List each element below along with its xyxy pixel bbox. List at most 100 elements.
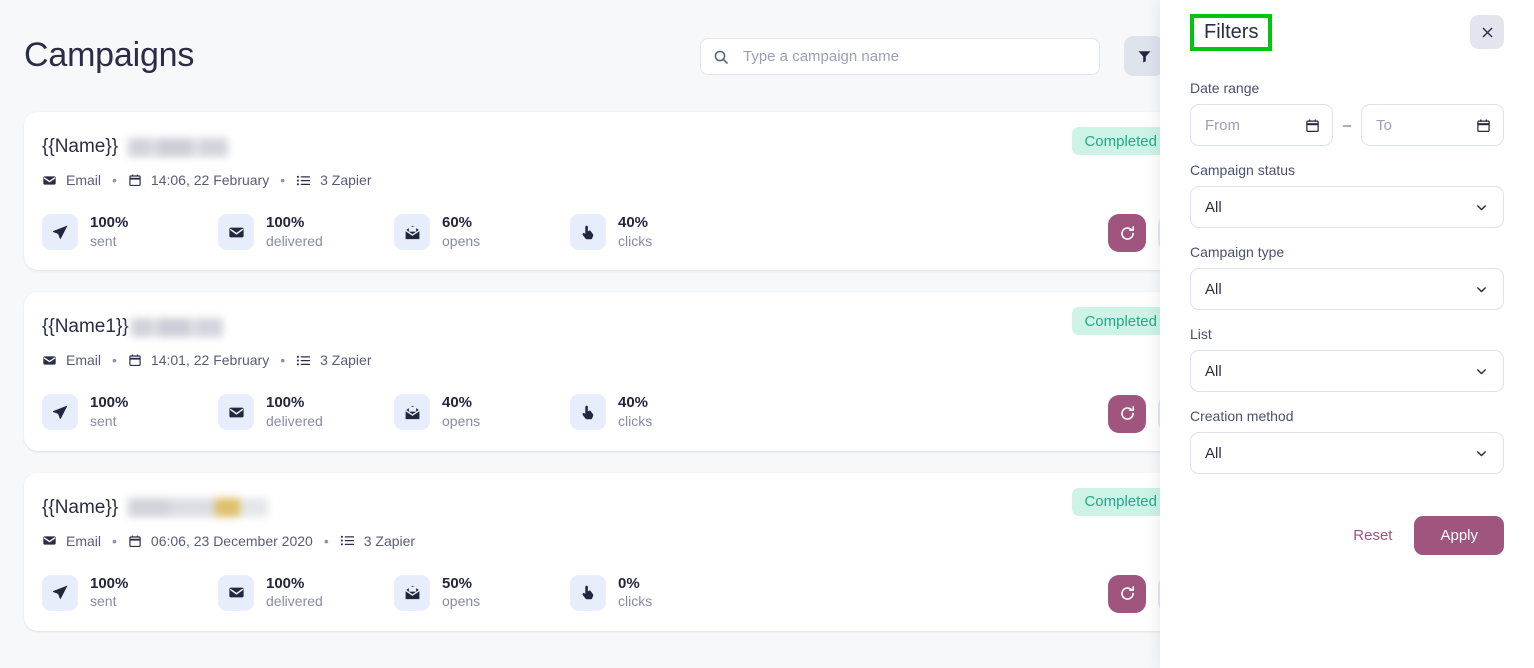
send-icon	[42, 394, 78, 431]
calendar-icon	[128, 173, 142, 187]
metric-label: delivered	[266, 413, 323, 429]
envelope-icon	[218, 214, 254, 251]
refresh-icon	[1119, 225, 1136, 242]
metric-clicks: 40% clicks	[570, 214, 746, 251]
campaign-channel: Email	[66, 172, 102, 188]
apply-filters-button[interactable]: Apply	[1414, 516, 1504, 555]
metric-label: opens	[442, 593, 481, 610]
campaign-channel: Email	[66, 352, 102, 369]
metric-label: sent	[90, 232, 117, 249]
campaign-name: {{Name1}}	[42, 316, 129, 338]
metric-opens: 60% opens	[394, 214, 570, 251]
calendar-icon	[128, 353, 142, 367]
date-from-placeholder: From	[1205, 116, 1240, 134]
campaign-metrics: 100% sent 100% delivered 40% opens 40% clicks	[42, 394, 1160, 431]
send-icon	[42, 574, 78, 611]
redacted-name-text	[128, 498, 269, 517]
metric-value: 100%	[266, 574, 305, 592]
campaign-meta: Email • 14:06, 22 February • 3 Zapier	[42, 172, 1160, 188]
filter-select-value: All	[1205, 362, 1222, 380]
meta-separator: •	[323, 532, 329, 549]
campaign-channel: Email	[66, 532, 102, 549]
search-field[interactable]	[700, 38, 1100, 75]
top-bar: Campaigns	[0, 0, 1160, 112]
metric-value: 0%	[618, 574, 640, 592]
metric-clicks: 0% clicks	[570, 575, 746, 611]
campaign-card[interactable]: {{Name}} Email • 06:06, 23 December 2020 • 3 …	[24, 472, 1160, 631]
campaign-title: {{Name}}	[42, 495, 1160, 521]
campaign-card-actions	[1108, 214, 1160, 253]
campaign-metrics: 100% sent 100% delivered 60% opens 40% clicks	[42, 214, 1160, 251]
calendar-icon[interactable]	[1476, 118, 1491, 133]
meta-separator: •	[112, 172, 117, 188]
filter-label: Campaign type	[1190, 244, 1285, 260]
main-content: Campaigns {{Name}} Email • 14:06, 22 Februa…	[0, 0, 1160, 668]
list-icon	[340, 533, 355, 548]
campaign-title: {{Name1}}	[42, 314, 1160, 340]
campaign-list-name: 3 Zapier	[363, 532, 416, 549]
metric-sent: 100% sent	[42, 214, 218, 251]
meta-separator: •	[112, 532, 117, 549]
metric-opens: 50% opens	[394, 575, 570, 611]
date-range-separator: –	[1342, 116, 1352, 134]
filter-select[interactable]: All	[1190, 350, 1504, 392]
redacted-name-text	[128, 137, 229, 157]
filter-select-value: All	[1205, 198, 1222, 216]
filter-select[interactable]: All	[1190, 432, 1504, 474]
campaign-list-name: 3 Zapier	[320, 352, 372, 369]
open-envelope-icon	[394, 214, 430, 251]
filter-select-value: All	[1205, 280, 1222, 298]
campaign-title: {{Name}}	[42, 134, 1160, 160]
meta-separator: •	[112, 352, 117, 369]
filters-panel-title: Filters	[1190, 13, 1273, 51]
meta-separator: •	[280, 172, 286, 188]
filters-panel: Filters Date range From – To Campaign st…	[1160, 0, 1534, 668]
status-label: Completed	[1084, 493, 1157, 510]
envelope-icon	[218, 394, 254, 431]
filter-toggle-button[interactable]	[1124, 36, 1160, 76]
send-icon	[42, 214, 78, 251]
date-from-input[interactable]: From	[1190, 104, 1333, 146]
campaign-card-actions	[1108, 394, 1160, 433]
date-to-input[interactable]: To	[1361, 104, 1504, 146]
metric-value: 40%	[442, 394, 473, 412]
filter-field: Creation method All	[1190, 408, 1504, 474]
campaign-card[interactable]: {{Name1}} Email • 14:01, 22 February • 3 Zapi…	[24, 292, 1160, 451]
search-input[interactable]	[743, 48, 1087, 65]
filter-select[interactable]: All	[1190, 268, 1504, 310]
metric-value: 40%	[618, 394, 649, 412]
metric-label: delivered	[266, 593, 323, 610]
refresh-campaign-button[interactable]	[1108, 574, 1146, 613]
metric-value: 40%	[618, 214, 649, 231]
filter-select-fields: Campaign status All Campaign type All List Al…	[1190, 162, 1504, 474]
chevron-down-icon	[1474, 200, 1489, 215]
calendar-icon[interactable]	[1305, 118, 1320, 133]
filter-select[interactable]: All	[1190, 186, 1504, 228]
date-to-placeholder: To	[1376, 116, 1393, 134]
metric-label: opens	[442, 232, 481, 249]
close-filters-button[interactable]	[1470, 15, 1504, 49]
campaign-meta: Email • 14:01, 22 February • 3 Zapier	[42, 352, 1160, 368]
metric-value: 100%	[90, 214, 129, 231]
metric-delivered: 100% delivered	[218, 394, 394, 431]
date-range-row: From – To	[1190, 104, 1504, 146]
refresh-campaign-button[interactable]	[1108, 214, 1146, 253]
refresh-campaign-button[interactable]	[1108, 394, 1146, 433]
campaign-metrics: 100% sent 100% delivered 50% opens 0% clicks	[42, 575, 1160, 611]
campaign-name: {{Name}}	[42, 136, 119, 157]
list-icon	[296, 353, 311, 368]
metric-value: 60%	[442, 214, 473, 231]
pointer-hand-icon	[570, 214, 606, 251]
filter-field: Campaign status All	[1190, 162, 1504, 228]
meta-separator: •	[280, 352, 286, 369]
status-badge: Completed	[1072, 307, 1160, 336]
campaign-name: {{Name}}	[42, 496, 119, 518]
campaign-card-actions	[1108, 574, 1160, 613]
metric-delivered: 100% delivered	[218, 214, 394, 251]
campaigns-page: Campaigns {{Name}} Email • 14:06, 22 Februa…	[0, 0, 1534, 668]
status-badge: Completed	[1072, 487, 1160, 516]
campaign-card[interactable]: {{Name}} Email • 14:06, 22 February • 3 Zapie…	[24, 112, 1160, 271]
filter-field: Campaign type All	[1190, 244, 1504, 310]
campaign-datetime: 14:06, 22 February	[150, 172, 270, 188]
reset-filters-button[interactable]: Reset	[1349, 519, 1396, 552]
